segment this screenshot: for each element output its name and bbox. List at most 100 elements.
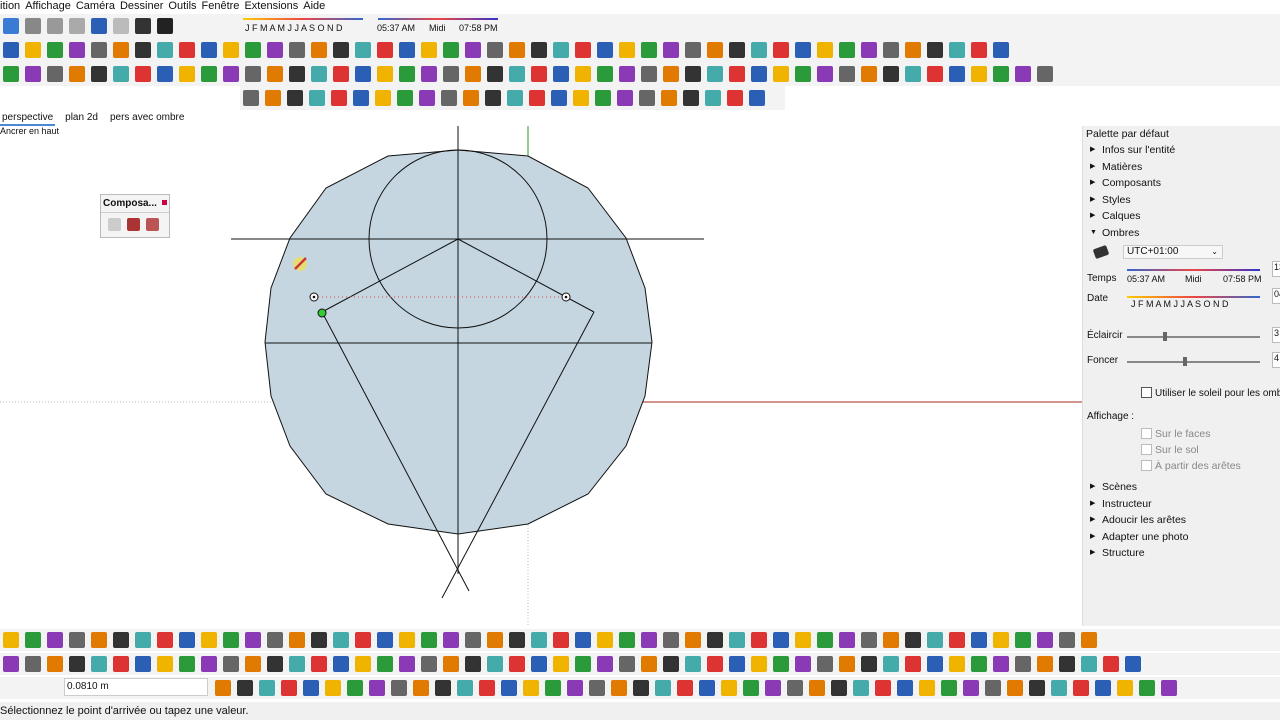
toolbar-tool-icon[interactable] — [619, 66, 635, 82]
toolbar-tool-icon[interactable] — [223, 66, 239, 82]
toolbar-tool-icon[interactable] — [441, 90, 457, 106]
toolbar-tool-icon[interactable] — [333, 42, 349, 58]
toolbar-tool-icon[interactable] — [663, 632, 679, 648]
tray-section[interactable]: Matières — [1083, 159, 1280, 176]
toolbar-tool-icon[interactable] — [795, 42, 811, 58]
toolbar-tool-icon[interactable] — [685, 42, 701, 58]
toolbar-tool-icon[interactable] — [369, 680, 385, 696]
tray-section[interactable]: Ombres — [1083, 225, 1280, 242]
toolbar-tool-icon[interactable] — [919, 680, 935, 696]
toolbar-tool-icon[interactable] — [927, 66, 943, 82]
toolbar-tool-icon[interactable] — [463, 90, 479, 106]
toolbar-tool-icon[interactable] — [377, 42, 393, 58]
toolbar-tool-icon[interactable] — [3, 632, 19, 648]
toolbar-tool-icon[interactable] — [985, 680, 1001, 696]
toolbar-tool-icon[interactable] — [553, 632, 569, 648]
toolbar-tool-icon[interactable] — [399, 632, 415, 648]
toolbar-tool-icon[interactable] — [663, 66, 679, 82]
toolbar-tool-icon[interactable] — [619, 656, 635, 672]
toolbar-tool-icon[interactable] — [993, 42, 1009, 58]
toolbar-tool-icon[interactable] — [589, 680, 605, 696]
menu-item[interactable]: Fenêtre — [202, 0, 240, 13]
toolbar-tool-icon[interactable] — [311, 656, 327, 672]
toolbar-tool-icon[interactable] — [69, 66, 85, 82]
toolbar-tool-icon[interactable] — [795, 66, 811, 82]
toolbar-tool-icon[interactable] — [905, 42, 921, 58]
toolbar-tool-icon[interactable] — [443, 66, 459, 82]
toolbar-tool-icon[interactable] — [993, 66, 1009, 82]
toolbar-tool-icon[interactable] — [223, 656, 239, 672]
tray-section[interactable]: Adapter une photo — [1083, 529, 1280, 546]
toolbar-tool-icon[interactable] — [281, 680, 297, 696]
toolbar-tool-icon[interactable] — [377, 632, 393, 648]
toolbar-tool-icon[interactable] — [457, 680, 473, 696]
toolbar-tool-icon[interactable] — [509, 42, 525, 58]
toolbar-tool-icon[interactable] — [575, 632, 591, 648]
toolbar-tool-icon[interactable] — [727, 90, 743, 106]
toolbar-tool-icon[interactable] — [1037, 66, 1053, 82]
toolbar-tool-icon[interactable] — [531, 42, 547, 58]
toolbar-tool-icon[interactable] — [485, 90, 501, 106]
toolbar-tool-icon[interactable] — [465, 42, 481, 58]
toolbar-tool-icon[interactable] — [179, 632, 195, 648]
toolbar-tool-icon[interactable] — [347, 680, 363, 696]
toolbar-tool-icon[interactable] — [1161, 680, 1177, 696]
toolbar-tool-icon[interactable] — [553, 66, 569, 82]
toolbar-tool-icon[interactable] — [289, 632, 305, 648]
toolbar-tool-icon[interactable] — [595, 90, 611, 106]
toolbar-tool-icon[interactable] — [641, 42, 657, 58]
toolbar-tool-icon[interactable] — [765, 680, 781, 696]
toolbar-tool-icon[interactable] — [639, 90, 655, 106]
timezone-select[interactable]: UTC+01:00 ⌄ — [1123, 245, 1223, 259]
toolbar-tool-icon[interactable] — [355, 42, 371, 58]
toolbar-tool-icon[interactable] — [179, 656, 195, 672]
print-icon[interactable] — [135, 18, 151, 34]
toolbar-tool-icon[interactable] — [135, 42, 151, 58]
toolbar-tool-icon[interactable] — [993, 632, 1009, 648]
toolbar-tool-icon[interactable] — [617, 90, 633, 106]
toolbar-tool-icon[interactable] — [215, 680, 231, 696]
toolbar-tool-icon[interactable] — [1073, 680, 1089, 696]
tray-section[interactable]: Composants — [1083, 175, 1280, 192]
toolbar-tool-icon[interactable] — [809, 680, 825, 696]
toolbar-tool-icon[interactable] — [245, 42, 261, 58]
toolbar-tool-icon[interactable] — [399, 656, 415, 672]
toolbar-tool-icon[interactable] — [1015, 66, 1031, 82]
toolbar-tool-icon[interactable] — [157, 656, 173, 672]
toolbar-tool-icon[interactable] — [685, 632, 701, 648]
toolbar-tool-icon[interactable] — [575, 42, 591, 58]
toolbar-tool-icon[interactable] — [751, 66, 767, 82]
toolbar-tool-icon[interactable] — [699, 680, 715, 696]
toolbar-tool-icon[interactable] — [663, 42, 679, 58]
toolbar-tool-icon[interactable] — [861, 66, 877, 82]
tray-section[interactable]: Infos sur l'entité — [1083, 142, 1280, 159]
toolbar-tool-icon[interactable] — [179, 42, 195, 58]
toolbar-tool-icon[interactable] — [509, 66, 525, 82]
toolbar-tool-icon[interactable] — [465, 66, 481, 82]
select-component-icon[interactable] — [108, 218, 121, 231]
component-options-icon[interactable] — [146, 218, 159, 231]
on-ground-checkbox[interactable] — [1141, 444, 1152, 455]
shadow-toggle-icon[interactable] — [1092, 244, 1110, 260]
light-input[interactable]: 3 — [1272, 327, 1280, 343]
toolbar-tool-icon[interactable] — [905, 632, 921, 648]
toolbar-tool-icon[interactable] — [25, 632, 41, 648]
toolbar-tool-icon[interactable] — [897, 680, 913, 696]
toolbar-tool-icon[interactable] — [267, 42, 283, 58]
toolbar-tool-icon[interactable] — [245, 632, 261, 648]
make-component-icon[interactable] — [127, 218, 140, 231]
dark-slider-handle[interactable] — [1183, 357, 1187, 366]
toolbar-tool-icon[interactable] — [1125, 656, 1141, 672]
toolbar-tool-icon[interactable] — [333, 66, 349, 82]
toolbar-tool-icon[interactable] — [399, 42, 415, 58]
toolbar-tool-icon[interactable] — [289, 42, 305, 58]
toolbar-tool-icon[interactable] — [751, 42, 767, 58]
toolbar-tool-icon[interactable] — [707, 42, 723, 58]
toolbar-tool-icon[interactable] — [91, 656, 107, 672]
toolbar-tool-icon[interactable] — [397, 90, 413, 106]
toolbar-tool-icon[interactable] — [309, 90, 325, 106]
toolbar-tool-icon[interactable] — [597, 632, 613, 648]
toolbar-tool-icon[interactable] — [435, 680, 451, 696]
toolbar-tool-icon[interactable] — [743, 680, 759, 696]
toolbar-tool-icon[interactable] — [1059, 632, 1075, 648]
